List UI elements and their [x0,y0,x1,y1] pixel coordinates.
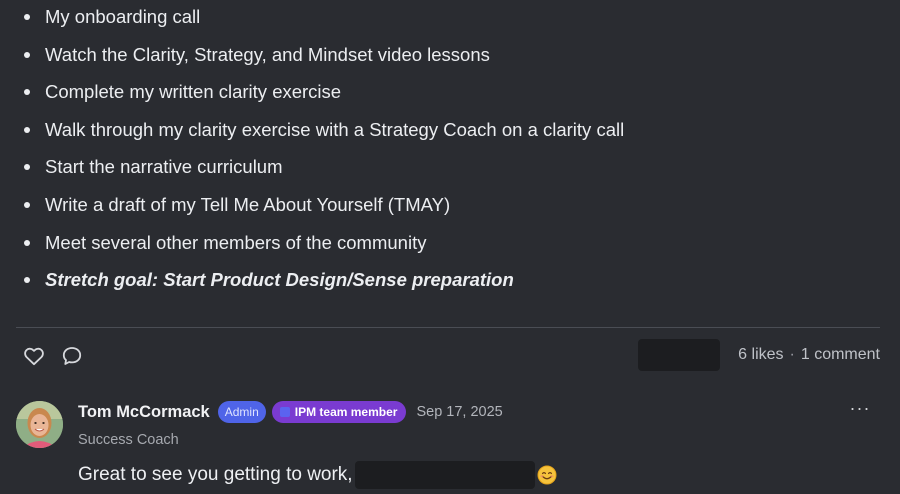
bullet-icon [24,126,30,133]
list-item-text: Stretch goal: Start Product Design/Sense… [45,269,514,291]
team-member-badge: IPM team member [271,401,407,423]
likes-count[interactable]: 6 likes [738,346,783,363]
list-item: Complete my written clarity exercise [22,80,624,118]
list-item-text: Write a draft of my Tell Me About Yourse… [45,193,451,215]
heart-icon[interactable] [22,344,46,368]
comment-body: Great to see you getting to work, [78,461,557,489]
avatar[interactable] [16,401,63,448]
divider [16,327,880,328]
redacted-liker-avatars [638,339,720,371]
list-item: Write a draft of my Tell Me About Yourse… [22,193,624,231]
post-action-bar: 6 likes · 1 comment [16,338,880,374]
list-item-text: Watch the Clarity, Strategy, and Mindset… [45,43,490,65]
list-item: Start the narrative curriculum [22,155,624,193]
list-item: Meet several other members of the commun… [22,231,624,269]
list-item-text: Start the narrative curriculum [45,156,283,178]
list-item: Watch the Clarity, Strategy, and Mindset… [22,43,624,81]
bullet-icon [24,239,30,246]
list-item: My onboarding call [22,5,624,43]
bullet-icon [24,14,30,20]
comment: Tom McCormack Admin IPM team member Sep 17,… [16,398,880,492]
author-name[interactable]: Tom McCormack [78,403,210,422]
smiling-face-emoji [537,465,557,485]
bullet-icon [24,277,30,284]
list-item-text: Complete my written clarity exercise [45,81,342,103]
ellipsis-icon[interactable]: ··· [848,399,872,421]
list-item-text: My onboarding call [45,6,201,27]
comment-header: Tom McCormack Admin IPM team member Sep 17,… [78,401,503,425]
list-item: Walk through my clarity exercise with a … [22,118,624,156]
bullet-icon [24,89,30,96]
comments-count[interactable]: 1 comment [801,346,880,363]
bullet-icon [24,201,30,208]
comment-timestamp[interactable]: Sep 17, 2025 [416,404,502,420]
post: My onboarding call Watch the Clarity, St… [0,0,900,492]
engagement-stats: 6 likes · 1 comment [738,346,880,364]
list-item-stretch-goal: Stretch goal: Start Product Design/Sense… [22,268,624,306]
admin-badge: Admin [217,401,266,423]
goal-checklist: My onboarding call Watch the Clarity, St… [22,5,624,306]
redacted-name [354,461,535,489]
comment-text: Great to see you getting to work, [78,464,353,486]
team-badge-icon [279,407,290,417]
bullet-icon [24,164,30,171]
list-item-text: Meet several other members of the commun… [45,231,427,253]
separator: · [789,346,795,363]
list-item-text: Walk through my clarity exercise with a … [45,118,625,140]
bullet-icon [24,51,30,58]
author-role: Success Coach [78,432,179,448]
speech-bubble-icon[interactable] [60,344,84,368]
team-badge-label: IPM team member [294,405,398,419]
